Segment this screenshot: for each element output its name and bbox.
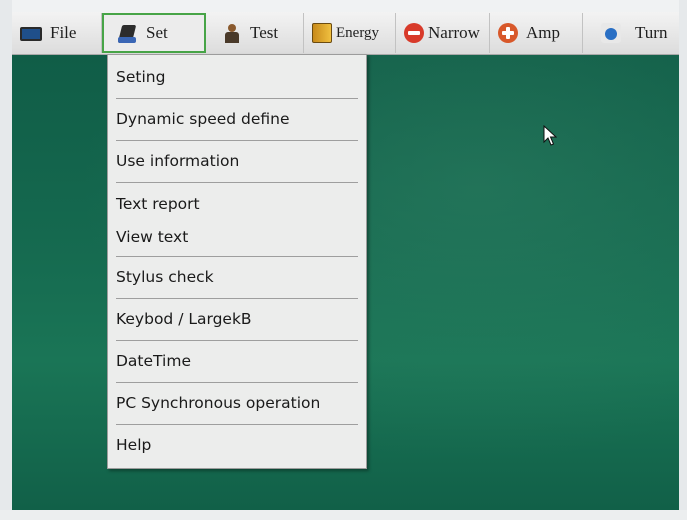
menu-test[interactable]: Test <box>206 13 304 53</box>
menu-group: Text report View text <box>116 188 358 257</box>
menu-group: Stylus check <box>116 257 358 299</box>
menu-narrow[interactable]: Narrow <box>396 13 490 53</box>
menu-set[interactable]: Set <box>102 13 206 53</box>
menu-item-dynamic-speed-define[interactable]: Dynamic speed define <box>108 99 366 140</box>
monitor-bezel-bottom <box>0 510 687 520</box>
menu-file-label: File <box>50 23 77 42</box>
menu-item-help[interactable]: Help <box>108 425 366 466</box>
menu-item-text-report[interactable]: Text report <box>108 188 366 221</box>
menu-file[interactable]: File <box>12 13 102 53</box>
menu-amp-label: Amp <box>526 23 560 42</box>
person-icon <box>222 23 242 43</box>
menu-group: Help <box>116 425 358 466</box>
monitor-icon <box>20 27 42 41</box>
menu-group: PC Synchronous operation <box>116 383 358 425</box>
set-dropdown-menu: Seting Dynamic speed define Use informat… <box>107 54 367 469</box>
menu-turn-label: Turn <box>635 23 668 42</box>
menu-item-seting[interactable]: Seting <box>108 57 366 98</box>
book-icon <box>312 23 332 43</box>
menu-item-stylus-check[interactable]: Stylus check <box>108 257 366 298</box>
menu-group: Keybod / LargekB <box>116 299 358 341</box>
menu-item-view-text[interactable]: View text <box>108 221 366 254</box>
menu-item-use-information[interactable]: Use information <box>108 141 366 182</box>
menu-amp[interactable]: Amp <box>490 13 583 53</box>
mouse-cursor-icon <box>543 125 557 146</box>
menu-set-label: Set <box>146 23 168 42</box>
menu-item-pc-synchronous-operation[interactable]: PC Synchronous operation <box>108 383 366 424</box>
menu-test-label: Test <box>250 23 279 42</box>
menu-narrow-label: Narrow <box>428 23 480 42</box>
menu-group: Use information <box>116 141 358 183</box>
monitor-bezel-left <box>0 0 12 520</box>
menu-item-keyboard[interactable]: Keybod / LargekB <box>108 299 366 340</box>
menu-bar: File Set Test Energy Narrow Amp Turn <box>12 12 679 55</box>
screen: File Set Test Energy Narrow Amp Turn Set… <box>12 12 679 510</box>
turn-icon <box>601 23 621 43</box>
plus-circle-icon <box>498 23 518 43</box>
menu-energy-label: Energy <box>336 24 380 41</box>
menu-group: Seting <box>116 57 358 99</box>
menu-group: DateTime <box>116 341 358 383</box>
menu-item-datetime[interactable]: DateTime <box>108 341 366 382</box>
menu-energy[interactable]: Energy <box>304 13 396 53</box>
menu-turn[interactable]: Turn <box>583 13 679 53</box>
monitor-bezel-right <box>679 0 687 520</box>
menu-group: Dynamic speed define <box>116 99 358 141</box>
monitor-bezel-top <box>0 0 687 12</box>
minus-circle-icon <box>404 23 424 43</box>
settings-icon <box>118 23 138 43</box>
